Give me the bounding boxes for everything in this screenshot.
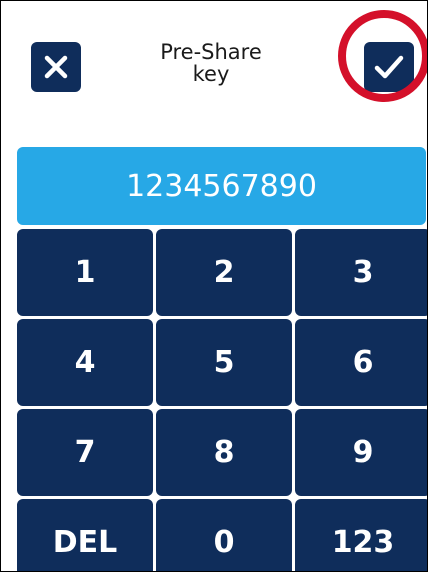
key-1[interactable]: 1 bbox=[17, 229, 153, 316]
key-mode-switch[interactable]: 123 bbox=[295, 499, 427, 571]
key-2[interactable]: 2 bbox=[156, 229, 292, 316]
cancel-button[interactable] bbox=[31, 42, 81, 92]
key-input-display: 1234567890 bbox=[17, 147, 426, 225]
check-icon bbox=[374, 55, 404, 79]
title-line-1: Pre-Share bbox=[160, 40, 262, 64]
confirm-button[interactable] bbox=[364, 42, 414, 92]
keypad-screen: Pre-Share key 1234567890 1 2 3 4 5 6 7 8… bbox=[0, 0, 428, 572]
key-4[interactable]: 4 bbox=[17, 319, 153, 406]
key-8[interactable]: 8 bbox=[156, 409, 292, 496]
close-icon bbox=[44, 55, 68, 79]
key-7[interactable]: 7 bbox=[17, 409, 153, 496]
key-5[interactable]: 5 bbox=[156, 319, 292, 406]
key-0[interactable]: 0 bbox=[156, 499, 292, 571]
key-3[interactable]: 3 bbox=[295, 229, 427, 316]
numeric-keypad: 1 2 3 4 5 6 7 8 9 DEL 0 123 bbox=[17, 229, 427, 571]
page-title: Pre-Share key bbox=[111, 41, 311, 85]
key-input-value: 1234567890 bbox=[126, 168, 317, 204]
key-delete[interactable]: DEL bbox=[17, 499, 153, 571]
key-9[interactable]: 9 bbox=[295, 409, 427, 496]
key-6[interactable]: 6 bbox=[295, 319, 427, 406]
title-line-2: key bbox=[192, 62, 230, 86]
